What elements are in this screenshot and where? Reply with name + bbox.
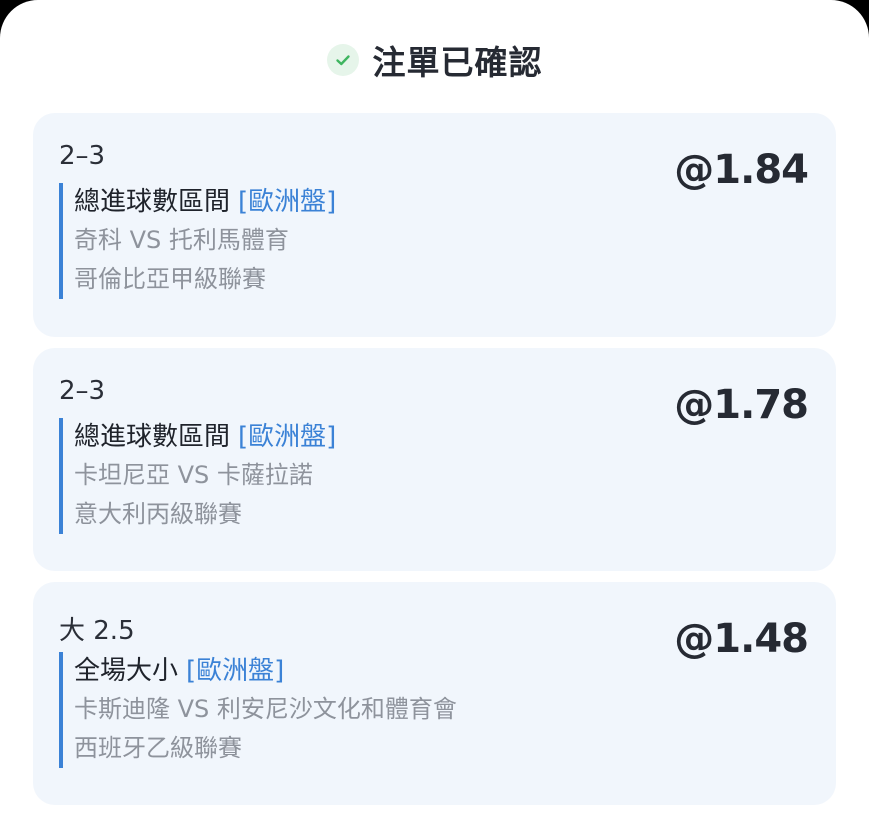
bet-details: 總進球數區間 [歐洲盤] 奇科 VS 托利馬體育 哥倫比亞甲級聯賽: [59, 183, 336, 299]
check-circle-icon: [326, 44, 359, 76]
market-tag: [歐洲盤]: [186, 656, 285, 686]
bet-card: 大 2.5 @1.48 全場大小 [歐洲盤] 卡斯迪隆 VS 利安尼沙文化和體育會…: [33, 582, 836, 805]
bet-card: 2–3 @1.84 總進球數區間 [歐洲盤] 奇科 VS 托利馬體育 哥倫比亞甲級…: [33, 113, 836, 337]
match-name: 卡坦尼亞 VS 卡薩拉諾: [74, 461, 313, 489]
match-name: 奇科 VS 托利馬體育: [74, 226, 289, 254]
market-line: 總進球數區間 [歐洲盤]: [74, 183, 336, 221]
bet-selection: 大 2.5: [59, 616, 135, 646]
market-line: 全場大小 [歐洲盤]: [74, 652, 457, 690]
page-title: 注單已確認: [372, 43, 543, 82]
market-tag: [歐洲盤]: [238, 422, 337, 452]
bet-odds: @1.48: [674, 616, 809, 662]
league-name: 西班牙乙級聯賽: [74, 734, 242, 762]
bet-odds: @1.78: [674, 382, 809, 428]
bet-details: 全場大小 [歐洲盤] 卡斯迪隆 VS 利安尼沙文化和體育會 西班牙乙級聯賽: [59, 652, 457, 768]
bet-selection: 2–3: [59, 141, 106, 171]
bet-odds: @1.84: [674, 147, 809, 193]
market-name: 總進球數區間: [74, 187, 231, 217]
bet-confirmation-sheet: 注單已確認 2–3 @1.84 總進球數區間 [歐洲盤] 奇科 VS 托利馬體育 …: [0, 0, 869, 840]
market-name: 全場大小: [74, 656, 179, 686]
confirmation-header: 注單已確認: [0, 34, 869, 86]
market-name: 總進球數區間: [74, 422, 231, 452]
bet-selection: 2–3: [59, 376, 106, 406]
league-name: 意大利丙級聯賽: [74, 500, 242, 528]
bet-card: 2–3 @1.78 總進球數區間 [歐洲盤] 卡坦尼亞 VS 卡薩拉諾 意大利丙級…: [33, 348, 836, 571]
market-line: 總進球數區間 [歐洲盤]: [74, 418, 336, 456]
market-tag: [歐洲盤]: [238, 187, 337, 217]
league-name: 哥倫比亞甲級聯賽: [74, 265, 266, 293]
bet-details: 總進球數區間 [歐洲盤] 卡坦尼亞 VS 卡薩拉諾 意大利丙級聯賽: [59, 418, 336, 534]
match-name: 卡斯迪隆 VS 利安尼沙文化和體育會: [74, 695, 457, 723]
